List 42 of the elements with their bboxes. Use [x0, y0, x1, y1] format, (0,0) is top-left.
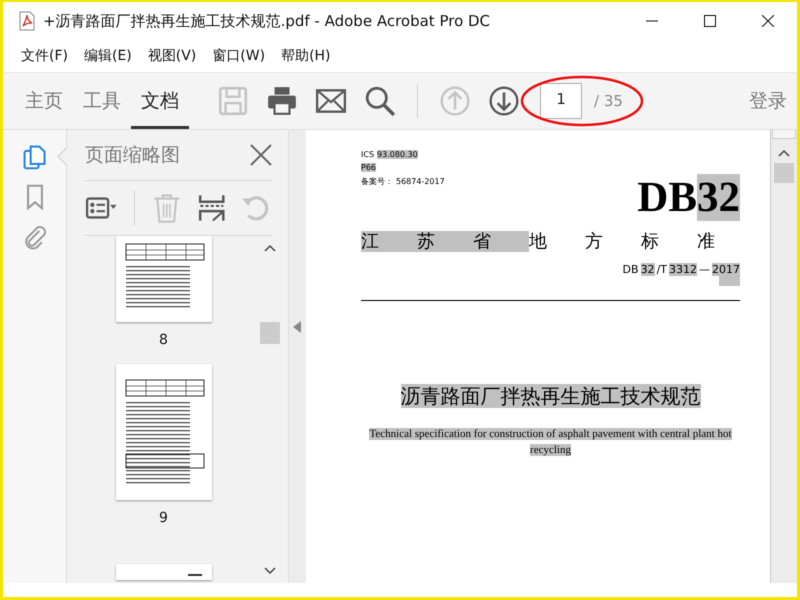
- collapse-arrow-icon[interactable]: [292, 320, 300, 332]
- page-count: / 35: [594, 92, 623, 110]
- page-thumbnail[interactable]: [116, 236, 212, 322]
- document-title: 沥青路面厂拌热再生施工技术规范: [400, 384, 700, 408]
- issuer-text: 江苏省: [361, 231, 529, 252]
- page-number-label: 8: [159, 332, 168, 348]
- page-number-field[interactable]: 1: [540, 83, 582, 119]
- menu-item[interactable]: 窗口(W): [206, 44, 272, 68]
- document-number: DB 32 /T 3312 — 2017: [622, 263, 740, 276]
- pdf-file-icon: [19, 11, 35, 31]
- menu-item[interactable]: 视图(V): [142, 44, 202, 68]
- scroll-up-icon[interactable]: [778, 149, 790, 157]
- page-thumbnail[interactable]: [116, 564, 212, 580]
- scrollbar-thumb[interactable]: [774, 163, 794, 183]
- pages-icon[interactable]: [22, 144, 48, 170]
- header-text: 备案号：: [361, 177, 393, 186]
- scroll-up-icon[interactable]: [264, 244, 276, 252]
- tab[interactable]: 主页: [15, 73, 73, 129]
- header-text: P66: [361, 163, 376, 172]
- scrollbar[interactable]: [770, 130, 797, 583]
- menu-item[interactable]: 文件(F): [15, 44, 74, 68]
- panel-title: 页面缩略图: [85, 143, 180, 168]
- header-text: 56874-2017: [396, 177, 445, 186]
- scroll-down-icon[interactable]: [264, 567, 276, 575]
- header-text: ICS: [361, 150, 374, 159]
- subtitle-text: Technical specification for construction of asphalt pavement with central plant hot: [369, 428, 732, 440]
- empty-highlight: [719, 276, 740, 286]
- printer-icon[interactable]: [266, 85, 298, 117]
- menu-item[interactable]: 编辑(E): [78, 44, 138, 68]
- tab[interactable]: 工具: [73, 73, 131, 129]
- sign-in-button[interactable]: 登录: [743, 87, 793, 115]
- maximize-icon[interactable]: [704, 15, 716, 27]
- issuer-text: 地方标准: [529, 231, 753, 252]
- menu-item[interactable]: 帮助(H): [275, 44, 337, 68]
- search-icon[interactable]: [364, 85, 396, 117]
- window-title: +沥青路面厂拌热再生施工技术规范.pdf - Adobe Acrobat Pro DC: [43, 12, 490, 30]
- page-number-label: 9: [159, 510, 168, 526]
- subtitle-text: recycling: [530, 444, 571, 456]
- header-text: 93.080.30: [377, 150, 418, 159]
- page-thumbnail[interactable]: [116, 364, 212, 500]
- close-icon[interactable]: [762, 15, 774, 27]
- scrollbar-thumb[interactable]: [260, 322, 280, 344]
